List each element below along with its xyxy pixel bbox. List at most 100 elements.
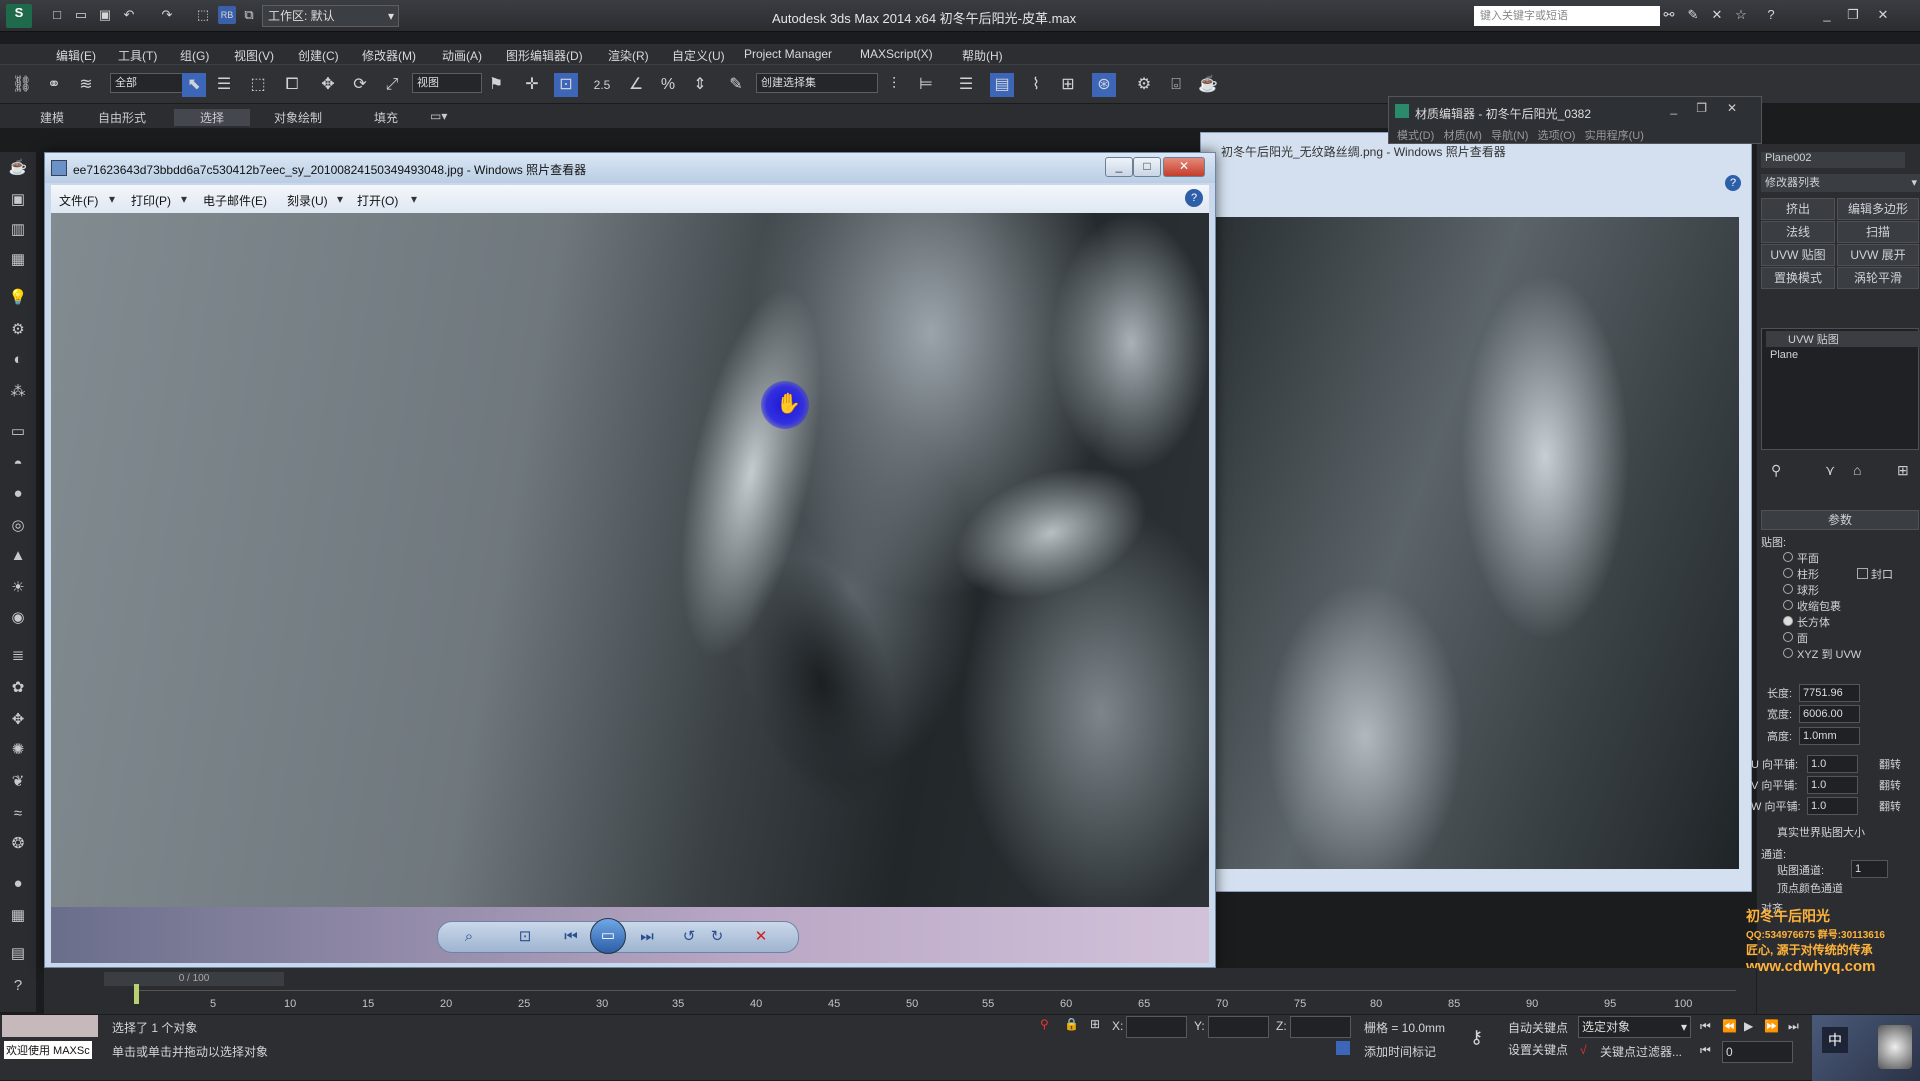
scale-icon[interactable]: ⤢ — [380, 73, 404, 97]
bind-spacewarp-icon[interactable]: ≋ — [74, 73, 98, 97]
select-object-icon[interactable]: ⬉ — [182, 73, 206, 97]
close-icon[interactable]: ✕ — [1727, 101, 1737, 115]
slideshow-icon[interactable]: ▭ — [590, 918, 626, 954]
make-unique-icon[interactable]: ⋎ — [1825, 462, 1835, 479]
displace-mode-button[interactable]: 置换模式 — [1761, 267, 1835, 289]
angle-snap-icon[interactable]: ∠ — [624, 73, 648, 97]
foliage-icon[interactable]: ❦ — [6, 770, 30, 794]
restore-icon[interactable]: ❐ — [1696, 101, 1707, 115]
material-editor-window[interactable]: 材质编辑器 - 初冬午后阳光_0382 _ ❐ ✕ 模式(D) 材质(M) 导航… — [1388, 96, 1762, 144]
zoom-icon[interactable]: ⌕ — [458, 926, 480, 948]
modifier-list-dropdown[interactable]: 修改器列表 ▾ — [1761, 174, 1920, 192]
menu-graph-editors[interactable]: 图形编辑器(D) — [506, 47, 583, 64]
add-time-tag[interactable]: 添加时间标记 — [1364, 1043, 1436, 1060]
x-coord-input[interactable] — [1126, 1016, 1187, 1038]
menu-animation[interactable]: 动画(A) — [442, 47, 482, 64]
radio-shrink-wrap[interactable] — [1783, 600, 1793, 610]
tab-object-paint[interactable]: 对象绘制 — [274, 109, 322, 126]
radio-spherical[interactable] — [1783, 584, 1793, 594]
key-icon[interactable]: ⚷ — [1470, 1027, 1483, 1048]
menu-file[interactable]: 文件(F) — [59, 192, 98, 209]
isolate-icon[interactable]: ⚲ — [1040, 1017, 1049, 1031]
schematic-view-icon[interactable]: ⊞ — [1056, 73, 1080, 97]
radio-xyz-to-uvw[interactable] — [1783, 648, 1793, 658]
menu-help[interactable]: 帮助(H) — [962, 47, 1003, 64]
helper-icon[interactable]: ◐ — [6, 348, 30, 372]
mat-menu-material[interactable]: 材质(M) — [1443, 130, 1482, 142]
scatter-icon[interactable]: ✥ — [6, 708, 30, 732]
go-to-end-icon[interactable]: ⏭ — [1788, 1019, 1799, 1034]
minimize-button[interactable]: _ — [1105, 157, 1133, 177]
set-key-button[interactable]: 设置关键点 — [1508, 1041, 1568, 1058]
help-icon[interactable]: ? — [1762, 6, 1780, 24]
cylinder-icon[interactable]: ▥ — [6, 218, 30, 242]
menu-create[interactable]: 创建(C) — [298, 47, 339, 64]
spinner-snap-icon[interactable]: ⇕ — [688, 73, 712, 97]
edit-named-sel-icon[interactable]: ✎ — [724, 73, 748, 97]
time-tag-icon[interactable] — [1336, 1041, 1350, 1055]
hair-icon[interactable]: ≈ — [6, 802, 30, 826]
menu-group[interactable]: 组(G) — [180, 47, 209, 64]
params-rollout[interactable]: 参数 — [1761, 510, 1919, 530]
menu-customize[interactable]: 自定义(U) — [672, 47, 725, 64]
auto-key-button[interactable]: 自动关键点 — [1508, 1019, 1568, 1036]
mat-menu-options[interactable]: 选项(O) — [1538, 130, 1576, 142]
box-icon[interactable]: ▣ — [6, 188, 30, 212]
menu-open[interactable]: 打开(O) — [357, 192, 398, 209]
extrude-button[interactable]: 挤出 — [1761, 198, 1835, 220]
favorites-icon[interactable]: ☆ — [1732, 6, 1750, 24]
communication-icon[interactable]: ✎ — [1684, 6, 1702, 24]
vertex-color-channel-label[interactable]: 顶点颜色通道 — [1777, 880, 1843, 896]
uvw-map-button[interactable]: UVW 贴图 — [1761, 244, 1835, 266]
tube-icon[interactable]: ◎ — [6, 514, 30, 538]
workspace-dropdown[interactable]: 工作区: 默认 ▾ — [262, 5, 399, 27]
photo-viewer-window[interactable]: ee71623643d73bbdd6a7c530412b7eec_sy_2010… — [44, 152, 1216, 968]
ref-coord-dropdown[interactable]: 视图 — [412, 73, 482, 93]
turbosmooth-button[interactable]: 涡轮平滑 — [1837, 267, 1919, 289]
light-bulb-icon[interactable]: 💡 — [6, 286, 30, 310]
pivot-icon[interactable]: ⚑ — [484, 73, 508, 97]
photo-viewer-back-window[interactable]: 初冬午后阳光_无纹路丝绸.png - Windows 照片查看器 ? — [1200, 132, 1752, 892]
menu-project-manager[interactable]: Project Manager — [744, 47, 832, 61]
geo-sphere-icon[interactable]: ◉ — [6, 606, 30, 630]
configure-sets-icon[interactable]: ⊞ — [1897, 462, 1909, 479]
help-circle-icon[interactable]: ? — [6, 974, 30, 998]
u-tile-input[interactable]: 1.0 — [1807, 755, 1858, 773]
select-project-icon[interactable]: ⬚ — [194, 6, 212, 24]
previous-frame-icon[interactable]: ⏪ — [1722, 1019, 1737, 1033]
plane-icon[interactable]: ▭ — [6, 420, 30, 444]
menu-edit[interactable]: 编辑(E) — [56, 47, 96, 64]
exchange-icon[interactable]: ✕ — [1708, 6, 1726, 24]
named-selection-dropdown[interactable]: 创建选择集 — [756, 73, 878, 93]
menu-print[interactable]: 打印(P) — [131, 192, 171, 209]
stack-item-uvw-map[interactable]: UVW 贴图 — [1766, 331, 1920, 347]
radio-box[interactable] — [1783, 616, 1793, 626]
pin-stack-icon[interactable]: ⚲ — [1771, 462, 1781, 479]
menu-views[interactable]: 视图(V) — [234, 47, 274, 64]
cap-checkbox[interactable] — [1857, 568, 1868, 579]
object-name-field[interactable]: Plane002 — [1761, 152, 1905, 168]
y-coord-input[interactable] — [1208, 1016, 1269, 1038]
shell-icon[interactable]: ❂ — [6, 832, 30, 856]
cone-icon[interactable]: ▲ — [6, 544, 30, 568]
radio-cylindrical[interactable] — [1783, 568, 1793, 578]
map-channel-input[interactable]: 1 — [1851, 860, 1888, 878]
minimize-icon[interactable]: _ — [1818, 6, 1836, 24]
w-tile-input[interactable]: 1.0 — [1807, 797, 1858, 815]
mirror-icon[interactable]: ⫶ — [882, 73, 906, 97]
ime-icon[interactable]: 中 — [1822, 1027, 1848, 1053]
rect-selection-icon[interactable]: ⬚ — [246, 73, 270, 97]
actual-size-icon[interactable]: ⊡ — [514, 926, 536, 948]
width-input[interactable]: 6006.00 — [1799, 705, 1860, 723]
menu-maxscript[interactable]: MAXScript(X) — [860, 47, 933, 61]
current-frame-input[interactable]: 0 — [1722, 1041, 1793, 1063]
move-icon[interactable]: ✥ — [316, 73, 340, 97]
save-file-icon[interactable]: ▣ — [96, 6, 114, 24]
radio-planar[interactable] — [1783, 552, 1793, 562]
help-icon[interactable]: ? — [1725, 175, 1741, 191]
delete-icon[interactable]: ✕ — [750, 926, 772, 948]
mat-menu-navigation[interactable]: 导航(N) — [1491, 130, 1528, 142]
previous-icon[interactable]: ⏮ — [560, 926, 582, 948]
calculator-icon[interactable]: ▦ — [6, 904, 30, 928]
search-input[interactable]: 键入关键字或短语 — [1474, 6, 1660, 26]
